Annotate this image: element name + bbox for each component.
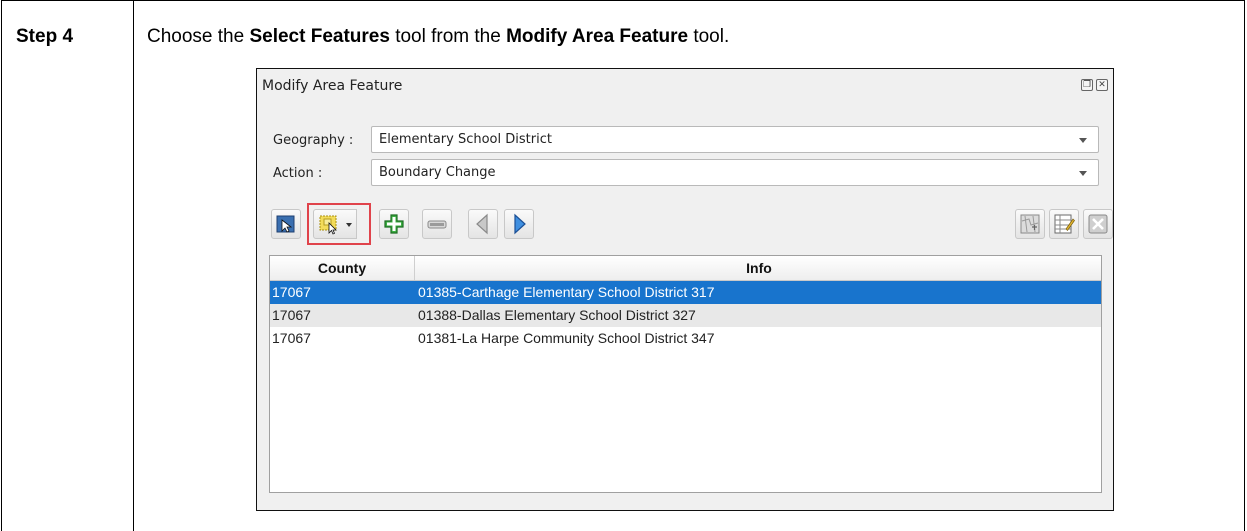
pointer-icon <box>276 215 295 233</box>
forward-icon <box>514 213 526 235</box>
action-label: Action : <box>273 166 323 181</box>
back-button[interactable] <box>468 209 498 239</box>
select-features-button[interactable] <box>313 209 344 239</box>
column-header-info[interactable]: Info <box>415 256 1101 280</box>
instruction-text: Choose the Select Features tool from the… <box>147 26 729 48</box>
add-icon <box>384 214 404 234</box>
map-icon <box>1020 214 1040 234</box>
edit-table-icon <box>1054 214 1075 234</box>
back-icon <box>476 213 488 235</box>
chevron-down-icon <box>1079 138 1087 143</box>
county-cell: 17067 <box>272 307 311 323</box>
close-x-icon <box>1088 214 1108 234</box>
select-features-dropdown[interactable] <box>343 209 357 239</box>
pointer-tool-button[interactable] <box>271 209 301 239</box>
instruction-pre: Choose the <box>147 26 250 47</box>
geography-value: Elementary School District <box>379 132 552 147</box>
modify-area-feature-dialog: Modify Area Feature ❐ ✕ Geography : Elem… <box>256 68 1114 511</box>
add-button[interactable] <box>379 209 409 239</box>
table-row[interactable]: 17067 01388-Dallas Elementary School Dis… <box>270 304 1101 327</box>
chevron-down-icon <box>1079 171 1087 176</box>
map-button[interactable] <box>1015 209 1045 239</box>
table-header: County Info <box>270 256 1101 281</box>
float-window-icon[interactable]: ❐ <box>1081 79 1093 91</box>
remove-icon <box>427 220 447 229</box>
info-cell: 01385-Carthage Elementary School Distric… <box>418 284 715 300</box>
instruction-post: tool. <box>688 26 730 47</box>
table-row[interactable]: 17067 01385-Carthage Elementary School D… <box>270 281 1101 304</box>
action-value: Boundary Change <box>379 165 496 180</box>
chevron-down-icon <box>346 223 352 227</box>
instruction-mid: tool from the <box>389 26 507 47</box>
info-cell: 01388-Dallas Elementary School District … <box>418 307 696 323</box>
info-cell: 01381-La Harpe Community School District… <box>418 330 715 346</box>
step-label: Step 4 <box>16 26 74 47</box>
county-cell: 17067 <box>272 284 311 300</box>
column-divider <box>133 0 134 531</box>
table-row[interactable]: 17067 01381-La Harpe Community School Di… <box>270 327 1101 350</box>
instruction-bold-tool: Select Features <box>249 26 390 47</box>
county-cell: 17067 <box>272 330 311 346</box>
clear-button[interactable] <box>1083 209 1113 239</box>
column-header-county[interactable]: County <box>270 256 415 280</box>
edit-table-button[interactable] <box>1049 209 1079 239</box>
remove-button[interactable] <box>422 209 452 239</box>
results-table: County Info 17067 01385-Carthage Element… <box>269 255 1102 493</box>
select-features-icon <box>319 215 337 235</box>
geography-select[interactable]: Elementary School District <box>371 126 1099 153</box>
geography-label: Geography : <box>273 133 354 148</box>
close-window-icon[interactable]: ✕ <box>1096 79 1108 91</box>
action-select[interactable]: Boundary Change <box>371 159 1099 186</box>
instruction-bold-dialog: Modify Area Feature <box>506 26 689 47</box>
dialog-title: Modify Area Feature <box>262 78 403 94</box>
forward-button[interactable] <box>504 209 534 239</box>
